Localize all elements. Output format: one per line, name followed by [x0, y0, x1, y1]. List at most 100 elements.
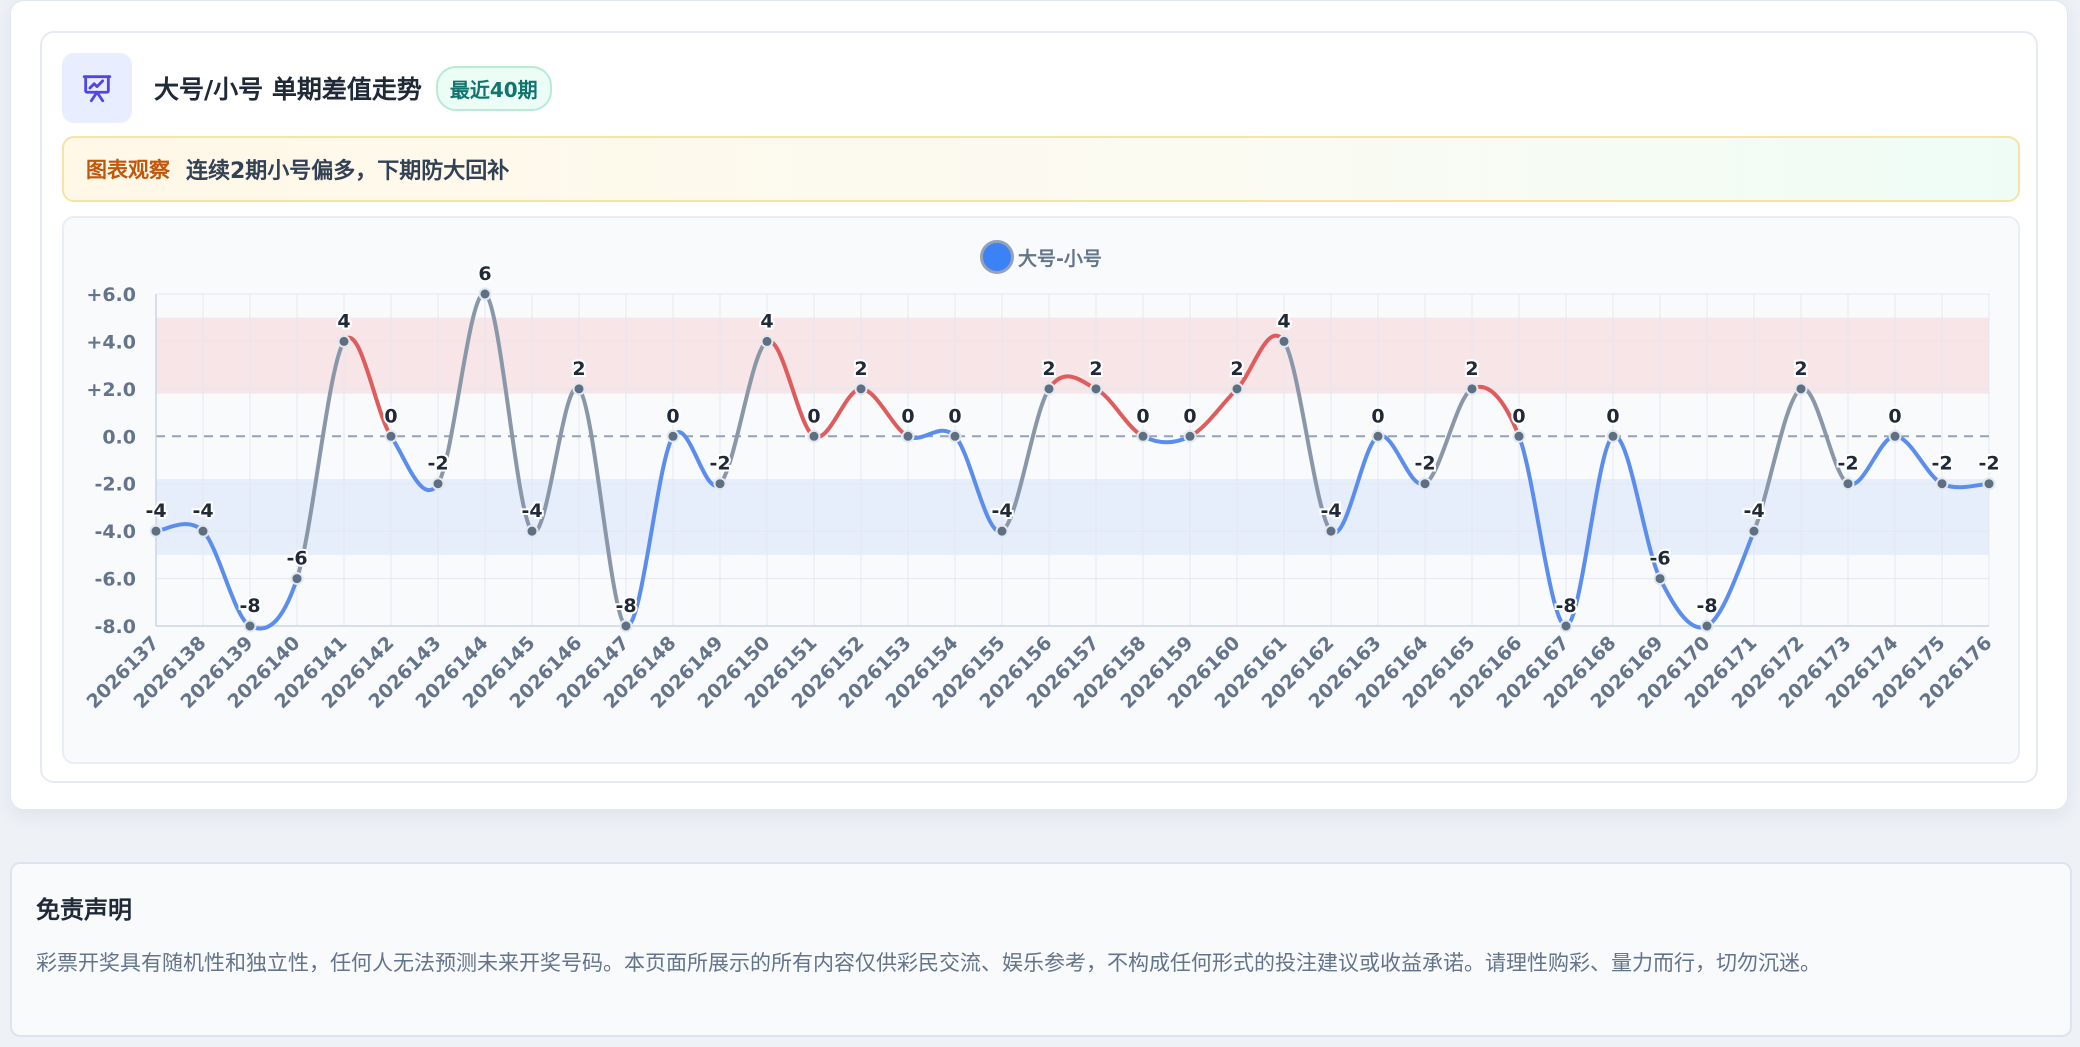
series-line-segment [1188, 386, 1239, 439]
data-point [478, 287, 492, 301]
data-label: 0 [1512, 405, 1525, 427]
data-point [1277, 334, 1291, 348]
data-point [901, 429, 915, 443]
data-point [713, 477, 727, 491]
y-tick-label: -6.0 [94, 569, 136, 591]
data-label: -8 [239, 595, 260, 617]
data-label: -2 [709, 453, 730, 475]
period-badge: 最近40期 [435, 65, 552, 111]
data-label: 0 [1606, 405, 1619, 427]
data-label: -2 [1837, 453, 1858, 475]
data-label: -4 [521, 500, 542, 522]
y-tick-label: +6.0 [86, 284, 136, 306]
data-point [1183, 429, 1197, 443]
data-label: -6 [1649, 548, 1670, 570]
data-point [384, 429, 398, 443]
chart-panel: 大号/小号 单期差值走势 最近40期 图表观察 连续2期小号偏多，下期防大回补 … [40, 31, 2038, 783]
data-label: -8 [1555, 595, 1576, 617]
disclaimer-title: 免责声明 [36, 896, 132, 924]
observation-text: 连续2期小号偏多，下期防大回补 [186, 159, 510, 184]
data-point [1653, 572, 1667, 586]
data-label: 0 [807, 405, 820, 427]
data-label: -4 [1743, 500, 1764, 522]
data-point [1418, 477, 1432, 491]
data-point [1700, 619, 1714, 633]
y-tick-label: 0.0 [102, 426, 136, 448]
data-label: 0 [901, 405, 914, 427]
observation-banner: 图表观察 连续2期小号偏多，下期防大回补 [62, 136, 2020, 202]
data-point [525, 524, 539, 538]
data-point [760, 334, 774, 348]
data-point [149, 524, 163, 538]
data-point [854, 382, 868, 396]
y-tick-label: -2.0 [94, 474, 136, 496]
data-point [948, 429, 962, 443]
data-label: -2 [1931, 453, 1952, 475]
panel-header: 大号/小号 单期差值走势 最近40期 [62, 53, 552, 123]
data-point [1512, 429, 1526, 443]
data-label: 2 [1465, 358, 1478, 380]
data-point [1747, 524, 1761, 538]
data-label: 0 [1183, 405, 1196, 427]
data-label: 2 [854, 358, 867, 380]
data-label: -4 [192, 500, 213, 522]
data-point [1042, 382, 1056, 396]
data-point [290, 572, 304, 586]
data-label: -8 [615, 595, 636, 617]
data-point [619, 619, 633, 633]
data-label: 2 [1042, 358, 1055, 380]
data-point [1089, 382, 1103, 396]
data-point [1371, 429, 1385, 443]
data-point [196, 524, 210, 538]
data-label: -2 [1978, 453, 1999, 475]
data-label: -2 [1414, 453, 1435, 475]
data-point [1465, 382, 1479, 396]
data-point [1606, 429, 1620, 443]
data-label: 4 [337, 310, 350, 332]
data-label: 2 [1089, 358, 1102, 380]
data-label: 4 [1277, 310, 1290, 332]
data-label: 0 [948, 405, 961, 427]
data-point [1559, 619, 1573, 633]
legend-label: 大号-小号 [1018, 247, 1102, 270]
data-label: -4 [991, 500, 1012, 522]
data-label: 0 [1136, 405, 1149, 427]
data-label: 2 [1794, 358, 1807, 380]
data-point [1794, 382, 1808, 396]
y-tick-label: +2.0 [86, 379, 136, 401]
legend-marker [980, 240, 1015, 274]
data-point [995, 524, 1009, 538]
data-point [431, 477, 445, 491]
data-label: -2 [427, 453, 448, 475]
data-point [1841, 477, 1855, 491]
data-point [243, 619, 257, 633]
observation-label: 图表观察 [86, 158, 170, 182]
chart-legend[interactable]: 大号-小号 [64, 240, 2018, 274]
presentation-chart-icon [62, 53, 132, 123]
data-label: 2 [1230, 358, 1243, 380]
y-tick-label: -4.0 [94, 521, 136, 543]
data-label: 0 [1371, 405, 1384, 427]
data-label: 2 [572, 358, 585, 380]
y-tick-label: +4.0 [86, 331, 136, 353]
panel-title: 大号/小号 单期差值走势 [154, 75, 422, 104]
data-point [807, 429, 821, 443]
data-label: 4 [760, 310, 773, 332]
series-line-segment [812, 386, 863, 439]
data-point [666, 429, 680, 443]
disclaimer-box: 免责声明 彩票开奖具有随机性和独立性，任何人无法预测未来开奖号码。本页面所展示的… [10, 862, 2072, 1037]
band-0 [156, 317, 1989, 394]
data-label: 0 [1888, 405, 1901, 427]
data-point [1136, 429, 1150, 443]
data-point [1935, 477, 1949, 491]
data-point [572, 382, 586, 396]
line-chart: +6.0 +4.0 +2.0 0.0 -2.0 -4.0 -6.0 -8.0 -4 -4 -8 -6 4… [83, 261, 2002, 713]
data-label: 0 [384, 405, 397, 427]
data-point [1982, 477, 1996, 491]
chart-card: 大号/小号 单期差值走势 最近40期 图表观察 连续2期小号偏多，下期防大回补 … [10, 0, 2068, 810]
data-label: -8 [1696, 595, 1717, 617]
data-point [1230, 382, 1244, 396]
y-tick-label: -8.0 [94, 616, 136, 638]
data-point [337, 334, 351, 348]
data-point [1888, 429, 1902, 443]
